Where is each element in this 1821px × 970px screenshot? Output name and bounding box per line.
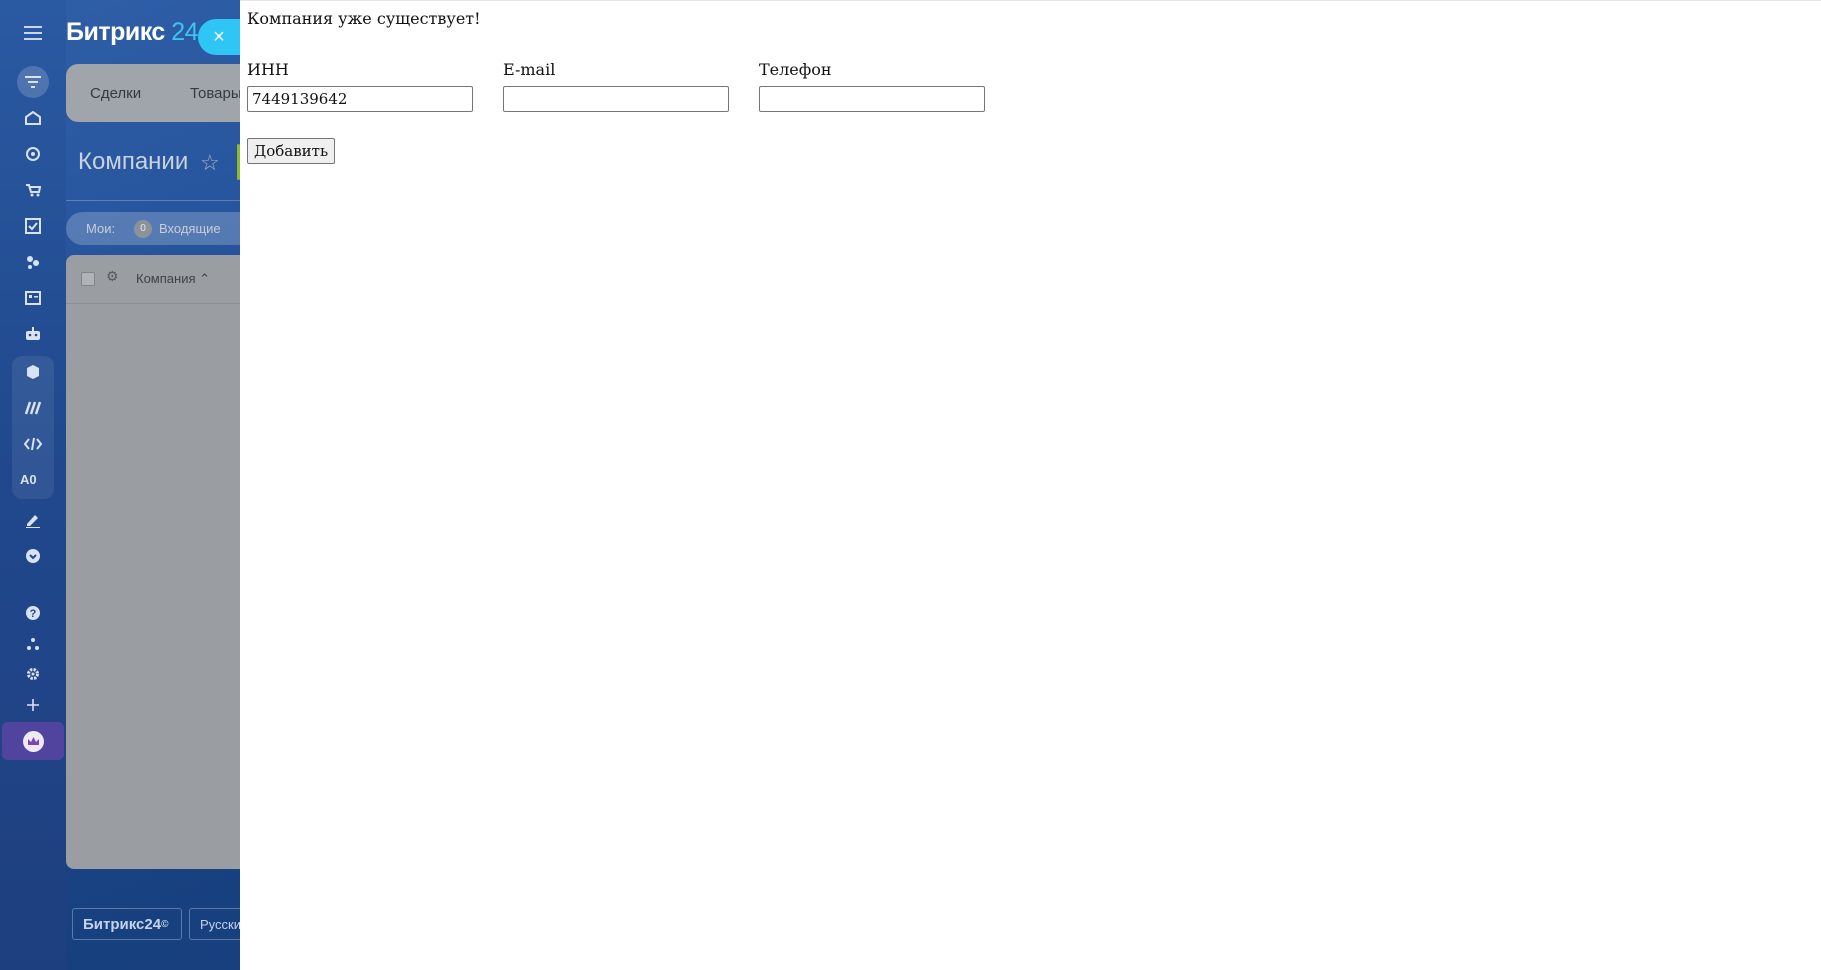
crown-icon [23,731,44,752]
favorite-star-icon[interactable]: ☆ [200,150,220,176]
ao-icon[interactable]: A0 [20,472,37,487]
slider-panel: Компания уже существует! ИНН E-mail Теле… [240,0,1821,970]
crown-button[interactable] [2,722,64,760]
cart-icon[interactable] [21,178,45,202]
slider-top-border [240,0,1821,1]
page-title: Компании [78,148,189,175]
sites-icon[interactable] [21,396,45,420]
logo-name: Битрикс [66,18,165,46]
grid-header: ⚙ Компания ⌃ [66,255,256,304]
sign-icon[interactable] [21,508,45,532]
structure-icon[interactable] [21,632,45,656]
home-icon[interactable] [21,106,45,130]
tab-products[interactable]: Товары [190,85,242,102]
target-icon[interactable] [21,142,45,166]
incoming-filter[interactable]: Входящие [159,221,221,236]
logo-number: 24 [171,18,199,46]
email-input[interactable] [503,86,729,112]
companies-grid: ⚙ Компания ⌃ [66,255,256,869]
footer-bitrix24-button[interactable]: Битрикс24© [72,908,182,940]
help-icon[interactable]: ? [21,601,45,625]
settings-icon[interactable] [21,662,45,686]
my-label: Мои: [86,221,116,236]
tab-deals[interactable]: Сделки [90,85,141,102]
tasks-icon[interactable] [21,214,45,238]
left-menu: A0 ? [0,0,66,970]
inn-label: ИНН [247,60,289,79]
my-counters-bar: Мои: 0 Входящие [66,212,256,245]
svg-text:?: ? [30,608,37,620]
grid-settings-gear-icon[interactable]: ⚙ [106,268,119,285]
footer-brand: Битрикс24 [83,916,162,933]
phone-input[interactable] [759,86,985,112]
column-company-label: Компания [136,271,196,286]
check-icon[interactable] [21,544,45,568]
add-button[interactable]: Добавить [247,138,336,164]
footer-brand-mark: © [161,919,169,930]
incoming-count-badge: 0 [134,220,152,238]
code-icon[interactable] [21,432,45,456]
slider-close-button[interactable]: × [198,19,240,55]
crm-icon[interactable] [21,250,45,274]
contacts-icon[interactable] [21,286,45,310]
box-icon[interactable] [21,360,45,384]
bitrix24-logo[interactable]: Битрикс 24 [66,18,199,47]
robot-icon[interactable] [21,322,45,346]
inn-input[interactable] [247,86,473,112]
select-all-checkbox[interactable] [81,272,95,286]
email-label: E-mail [503,60,556,79]
top-tabs: Сделки Товары [66,64,256,122]
app-root: A0 ? Битрикс 24 × Сделки Товары Компании… [0,0,1821,970]
plus-icon[interactable] [21,693,45,717]
sort-asc-icon: ⌃ [199,271,211,286]
divider [66,200,240,201]
column-company[interactable]: Компания ⌃ [136,271,210,287]
company-exists-message: Компания уже существует! [247,9,481,28]
phone-label: Телефон [759,60,832,79]
filter-icon[interactable] [17,66,49,98]
menu-icon[interactable] [24,26,42,40]
